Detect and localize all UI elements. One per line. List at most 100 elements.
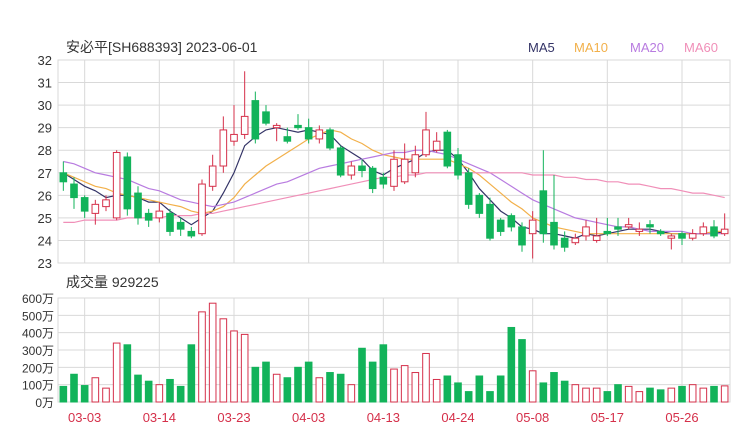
candle-body — [486, 203, 494, 239]
candle-body — [592, 235, 601, 241]
volume-y-axis: 0万 100万 200万 300万 400万 500万 600万 — [22, 292, 54, 410]
candle-body — [518, 226, 526, 246]
candle-body — [294, 124, 302, 129]
candle-body — [443, 131, 452, 167]
date-tick-label: 04-24 — [441, 410, 474, 425]
volume-bar — [432, 378, 441, 403]
candle-body — [464, 172, 473, 205]
candle — [720, 213, 729, 236]
volume-bar — [624, 385, 633, 403]
volume-bar — [390, 368, 398, 403]
volume-bar — [560, 380, 569, 403]
price-tick-label: 23 — [38, 256, 52, 271]
volume-bar — [230, 330, 238, 403]
candle — [112, 150, 121, 221]
volume-bar — [102, 387, 110, 403]
candle-body — [422, 129, 430, 156]
volume-bar — [112, 342, 121, 403]
candle — [59, 161, 68, 191]
volume-bar — [443, 375, 452, 403]
candle-body — [432, 140, 441, 151]
volume-bar — [155, 384, 164, 403]
volume-bar — [635, 391, 644, 403]
candle — [550, 175, 558, 250]
candle-body — [528, 219, 537, 235]
price-tick-label: 24 — [38, 233, 52, 248]
volume-bar — [571, 384, 580, 403]
candle-body — [560, 237, 569, 248]
legend-ma5: MA5 — [528, 40, 555, 55]
candle-body — [166, 212, 174, 232]
volume-tick-label: 0万 — [35, 396, 54, 410]
volume-bar — [347, 384, 356, 403]
volume-bar — [144, 380, 153, 403]
volume-bar — [454, 382, 462, 403]
candle — [155, 202, 164, 223]
candle — [464, 168, 473, 209]
candle-body — [400, 158, 409, 183]
candle — [560, 231, 569, 252]
volume-bar — [646, 387, 654, 403]
candle-body — [507, 215, 516, 228]
candle-body — [582, 226, 590, 237]
price-tick-label: 31 — [38, 76, 52, 91]
candle — [176, 217, 185, 236]
volume-bar — [411, 372, 420, 403]
candle — [134, 186, 142, 225]
candle — [400, 143, 409, 185]
volume-bar — [656, 389, 665, 403]
candle — [80, 195, 89, 218]
candle — [166, 208, 174, 236]
volume-tick-label: 100万 — [22, 379, 54, 393]
volume-bar — [272, 373, 281, 403]
candle-body — [571, 237, 580, 244]
candle-body — [699, 226, 708, 235]
candle-body — [91, 203, 100, 214]
volume-tick-label: 600万 — [22, 292, 54, 306]
volume-bar — [688, 384, 697, 403]
volume-bar — [166, 378, 174, 403]
candle-body — [614, 226, 622, 230]
candle — [368, 166, 377, 194]
candle-body — [603, 230, 612, 235]
volume-bar — [550, 372, 558, 403]
candle — [294, 114, 302, 130]
price-tick-label: 26 — [38, 188, 52, 203]
date-tick-label: 05-08 — [516, 410, 549, 425]
volume-bar — [582, 387, 590, 403]
candle — [272, 123, 281, 142]
price-tick-label: 27 — [38, 166, 52, 181]
candle — [336, 145, 345, 178]
candle — [326, 127, 334, 151]
candle-body — [80, 197, 89, 212]
candle — [123, 152, 132, 216]
candle-body — [688, 233, 697, 239]
volume-tick-label: 500万 — [22, 309, 54, 323]
volume-bar — [59, 385, 68, 403]
date-tick-label: 03-03 — [68, 410, 101, 425]
candlesticks — [59, 71, 729, 259]
volume-bar — [283, 377, 292, 403]
volume-bar — [219, 318, 228, 403]
candle-body — [283, 136, 292, 142]
candle — [208, 154, 217, 191]
candle-body — [624, 224, 633, 228]
candle — [187, 226, 196, 239]
candle-body — [155, 210, 164, 219]
volume-bar — [592, 387, 601, 403]
candle — [198, 179, 206, 236]
date-tick-label: 04-03 — [292, 410, 325, 425]
candle-body — [368, 167, 377, 190]
candle — [667, 233, 676, 250]
candle-body — [134, 192, 142, 219]
candle — [422, 111, 430, 157]
candle-body — [102, 199, 110, 208]
volume-bar — [208, 302, 217, 403]
candle-body — [304, 127, 313, 140]
candle-body — [496, 219, 505, 232]
volume-bar — [251, 366, 260, 403]
volume-bar — [134, 374, 142, 403]
volume-bar — [326, 372, 334, 403]
candle — [91, 199, 100, 225]
candle — [699, 222, 708, 236]
